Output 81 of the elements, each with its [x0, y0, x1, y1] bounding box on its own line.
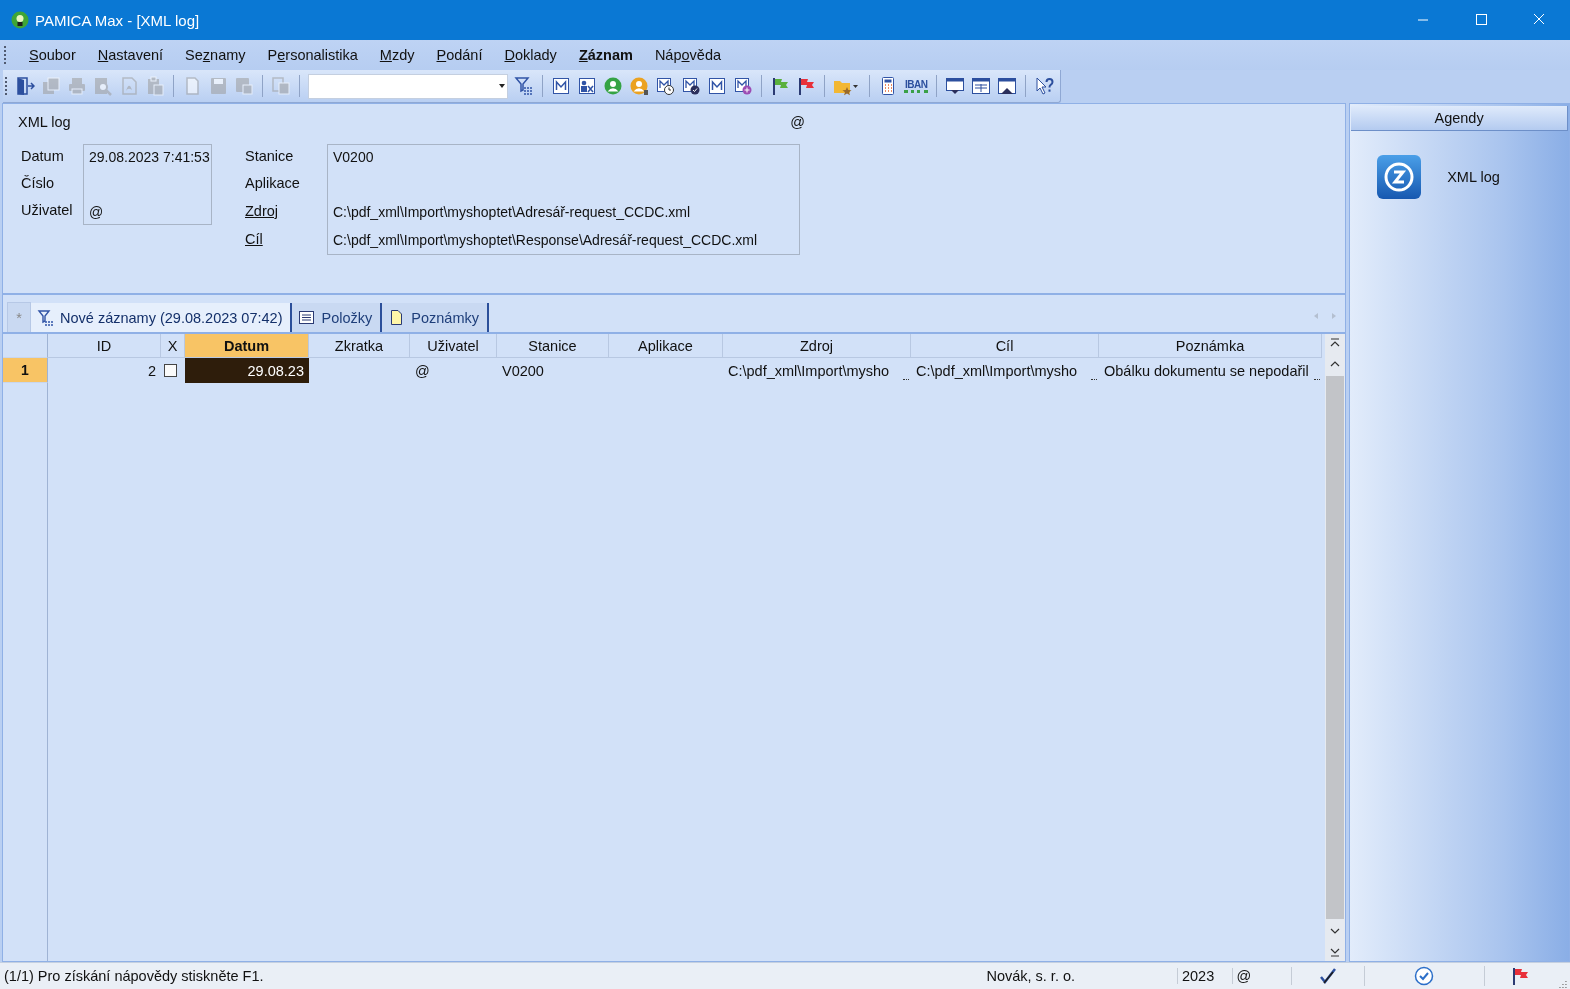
menu-item[interactable]: Seznamy [174, 44, 257, 66]
list-icon [298, 309, 316, 326]
window-icon[interactable] [945, 76, 966, 96]
tab[interactable]: Poznámky [382, 303, 489, 332]
menu-item[interactable]: Mzdy [368, 44, 426, 66]
checkbox[interactable] [164, 364, 177, 377]
field-label: Stanice [245, 147, 295, 164]
filter-icon[interactable] [514, 76, 534, 96]
column-header[interactable]: Cíl [911, 334, 1099, 358]
agenda-icon[interactable] [1375, 153, 1424, 201]
flag-icon[interactable] [796, 76, 816, 96]
check-pen-icon[interactable] [1318, 967, 1337, 985]
app-logo-icon [11, 11, 29, 29]
vertical-scrollbar[interactable] [1325, 334, 1346, 961]
row-number[interactable]: 1 [3, 358, 48, 383]
field-label: Datum [21, 147, 65, 164]
window-icon[interactable] [997, 76, 1018, 96]
field-value: C:\pdf_xml\Import\myshoptet\Adresář-request_CCDC.xml [333, 203, 692, 222]
table-cell: C:\pdf_xml\Import\mysho [911, 358, 1099, 383]
column-header[interactable]: Datum [185, 334, 309, 358]
m-letter-icon[interactable] [707, 76, 727, 96]
field-value: V0200 [333, 148, 375, 167]
panel-title: XML log [18, 114, 71, 130]
scroll-thumb[interactable] [1326, 376, 1345, 919]
m-check-icon[interactable] [681, 76, 701, 96]
menu-item[interactable]: Podání [425, 44, 494, 66]
m-plus-icon[interactable] [733, 76, 753, 96]
menu-item[interactable]: Nápověda [643, 44, 732, 66]
menu-item[interactable]: Záznam [567, 44, 644, 66]
person-cross-icon[interactable] [577, 76, 597, 96]
filter-icon [37, 309, 54, 326]
field-link[interactable]: Zdroj [245, 199, 319, 219]
tab[interactable]: Položky [292, 303, 383, 332]
check-circle-icon[interactable] [1414, 966, 1435, 986]
window-icon[interactable] [971, 76, 992, 96]
column-header[interactable]: Aplikace [609, 334, 723, 358]
table-cell-text: V0200 [501, 361, 545, 381]
field-value: C:\pdf_xml\Import\myshoptet\Response\Adresář-request_CCDC.xml [333, 231, 759, 250]
grip-handle[interactable] [4, 46, 8, 64]
column-header[interactable]: Zdroj [723, 334, 911, 358]
field-value: @ [89, 203, 105, 222]
user-mark: @ [790, 114, 805, 130]
m-clock-icon[interactable] [655, 76, 675, 96]
field-label: Uživatel [21, 201, 74, 218]
status-message: (1/1) Pro získání nápovědy stiskněte F1. [3, 968, 265, 984]
table-cell-text: @ [414, 361, 431, 381]
field-label: Aplikace [245, 174, 301, 191]
table-cell-text: 2 [146, 361, 157, 381]
menu-item[interactable]: Nastavení [86, 44, 175, 66]
agenda-item[interactable]: XML log [1447, 169, 1500, 185]
m-letter-icon[interactable] [551, 76, 571, 96]
field-label: Číslo [21, 174, 56, 191]
year-field: 2023 [1176, 968, 1232, 984]
panel-header[interactable]: Agendy [1351, 106, 1568, 131]
column-header[interactable]: Uživatel [410, 334, 497, 358]
column-header[interactable]: ID [48, 334, 161, 358]
grip-handle[interactable] [5, 77, 9, 95]
field-link[interactable]: Cíl [245, 227, 319, 247]
tab[interactable]: Nové záznamy (29.08.2023 07:42) [31, 303, 293, 332]
table-cell: C:\pdf_xml\Import\mysho [723, 358, 911, 383]
column-header[interactable]: X [161, 334, 185, 358]
dropdown-field[interactable] [308, 73, 508, 99]
table-cell: Obálku dokumentu se nepodařil [1099, 358, 1322, 383]
column-header[interactable]: Poznámka [1099, 334, 1322, 358]
table-cell: 29.08.23 [185, 358, 309, 383]
column-header[interactable]: Stanice [497, 334, 609, 358]
user-field: @ [1231, 968, 1292, 984]
person-circle-icon[interactable] [629, 76, 649, 96]
menu-item[interactable]: Doklady [493, 44, 568, 66]
flag-icon[interactable] [1510, 966, 1531, 986]
pointer-help-icon[interactable] [1034, 76, 1055, 96]
menu-item[interactable]: Personalistika [256, 44, 369, 66]
door-icon[interactable] [15, 76, 35, 96]
column-header[interactable]: Zkratka [309, 334, 410, 358]
company-name: Novák, s. r. o. [986, 968, 1077, 984]
person-circle-icon[interactable] [603, 76, 623, 96]
iban-button[interactable]: IBAN [904, 79, 929, 93]
field-value: 29.08.2023 7:41:53 [89, 148, 211, 167]
menu-item[interactable]: Soubor [18, 44, 87, 66]
flag-icon[interactable] [770, 76, 790, 96]
window-title: PAMICA Max - [XML log] [35, 11, 201, 29]
